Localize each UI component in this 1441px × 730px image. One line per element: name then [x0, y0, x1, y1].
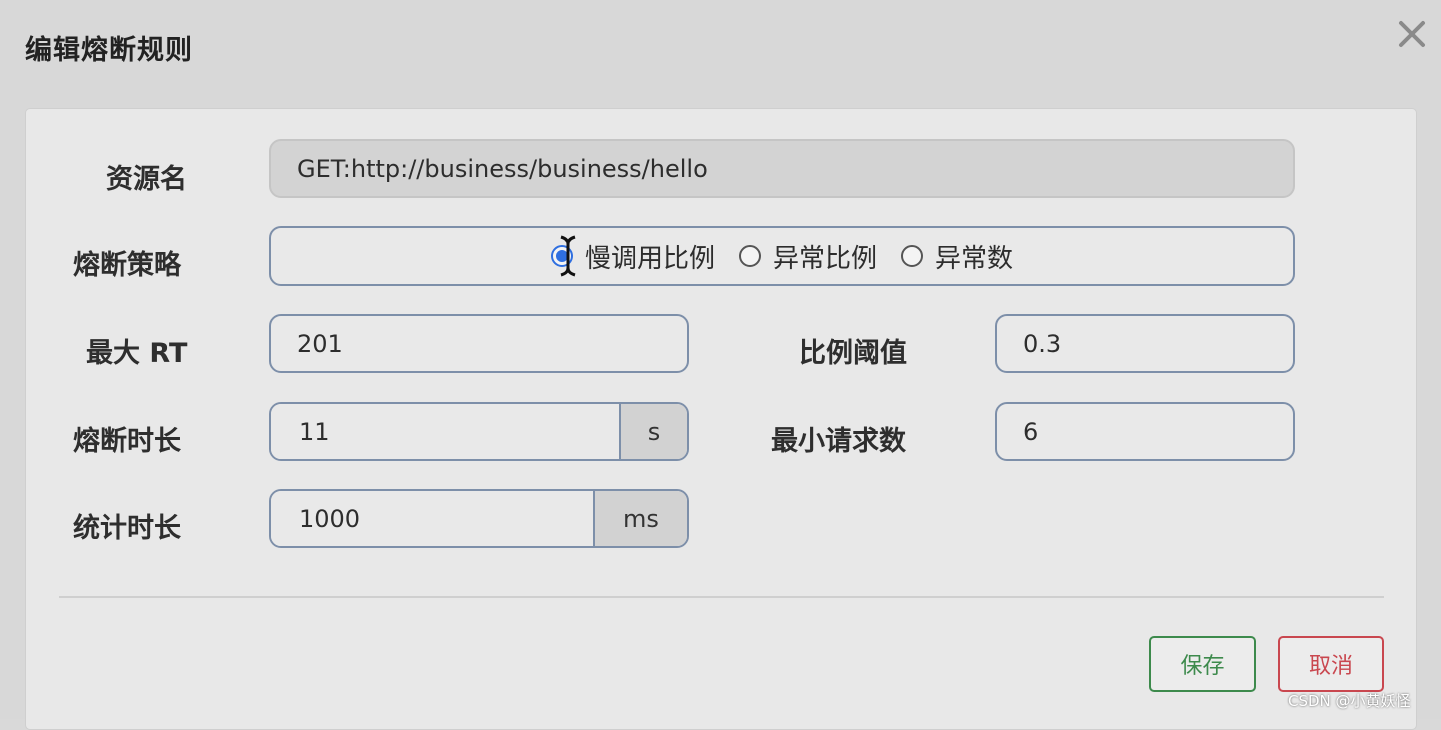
min-requests-label: 最小请求数 — [771, 426, 906, 457]
min-requests-input[interactable] — [1023, 417, 1293, 446]
close-icon[interactable] — [1392, 14, 1432, 54]
radio-unchecked-icon — [901, 245, 923, 267]
radio-exception-ratio[interactable]: 异常比例 — [738, 238, 877, 275]
dialog-title: 编辑熔断规则 — [25, 35, 193, 66]
ratio-threshold-input[interactable] — [1023, 329, 1293, 358]
stat-duration-field[interactable] — [271, 491, 595, 546]
radio-unchecked-icon — [738, 245, 761, 267]
form-panel: 资源名 GET:http://business/business/hello 熔… — [25, 108, 1417, 730]
seconds-unit-addon: s — [621, 404, 687, 459]
radio-label: 慢调用比例 — [584, 243, 715, 274]
max-rt-label: 最大 RT — [86, 338, 188, 369]
stat-duration-input[interactable] — [297, 503, 593, 534]
min-requests-field[interactable] — [995, 402, 1295, 461]
milliseconds-unit-addon: ms — [595, 491, 687, 546]
resource-label: 资源名 — [106, 164, 187, 195]
resource-value: GET:http://business/business/hello — [297, 154, 708, 183]
max-rt-field[interactable] — [269, 314, 689, 373]
break-duration-label: 熔断时长 — [73, 426, 181, 457]
ratio-threshold-field[interactable] — [995, 314, 1295, 373]
stat-duration-group: ms — [269, 489, 689, 548]
radio-label: 异常数 — [935, 243, 1014, 274]
footer-divider — [59, 596, 1384, 598]
max-rt-input[interactable] — [297, 329, 687, 358]
radio-exception-count[interactable]: 异常数 — [901, 238, 1013, 275]
break-duration-input[interactable] — [297, 416, 619, 447]
radio-label: 异常比例 — [772, 243, 877, 274]
strategy-label: 熔断策略 — [73, 250, 181, 281]
save-button[interactable]: 保存 — [1149, 636, 1256, 692]
break-duration-field[interactable] — [271, 404, 621, 459]
strategy-radio-group: 慢调用比例 异常比例 异常数 — [269, 226, 1295, 286]
watermark-text: CSDN @小黄妖怪 — [1288, 692, 1411, 710]
edit-circuit-breaker-dialog: 编辑熔断规则 资源名 GET:http://business/business/… — [0, 0, 1441, 730]
text-cursor-icon — [557, 234, 579, 278]
break-duration-group: s — [269, 402, 689, 461]
cancel-button[interactable]: 取消 — [1278, 636, 1384, 692]
stat-duration-label: 统计时长 — [73, 513, 181, 544]
resource-input: GET:http://business/business/hello — [269, 139, 1295, 198]
ratio-threshold-label: 比例阈值 — [799, 338, 907, 369]
